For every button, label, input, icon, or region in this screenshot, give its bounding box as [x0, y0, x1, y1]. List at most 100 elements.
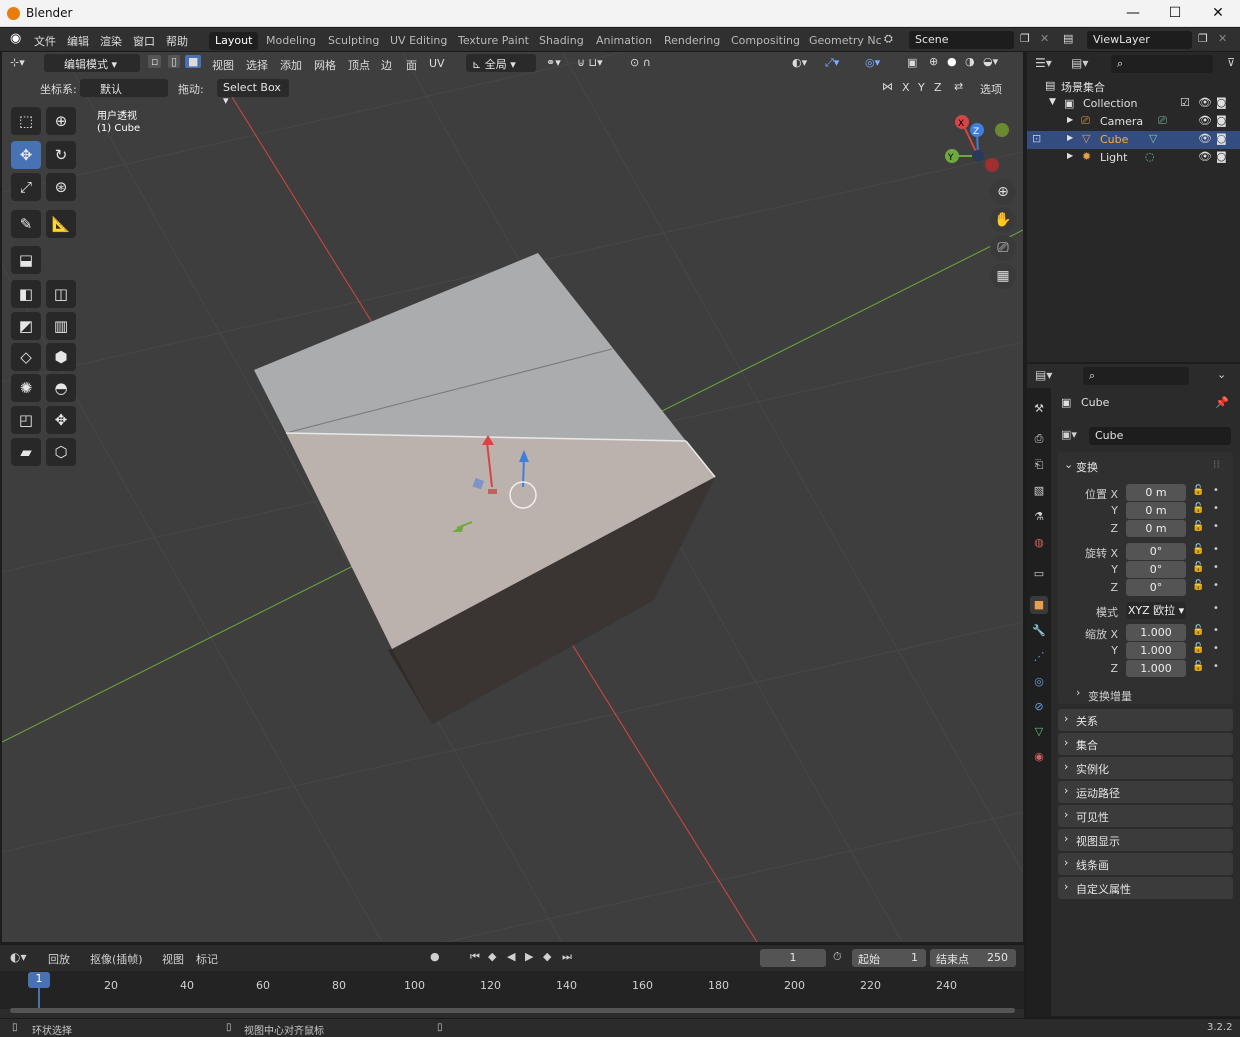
current-frame-marker[interactable]: 1: [28, 972, 50, 988]
xray-icon[interactable]: ▣: [907, 56, 917, 69]
menu-face[interactable]: 面: [406, 57, 417, 73]
keyframe-dot-icon[interactable]: •: [1213, 544, 1219, 555]
menu-edit[interactable]: 编辑: [67, 33, 89, 49]
view-layer-field[interactable]: ViewLayer: [1087, 31, 1192, 49]
view-layer-icon[interactable]: ▤: [1063, 32, 1073, 45]
mirror-z[interactable]: Z: [934, 81, 942, 94]
light-data-icon[interactable]: ◌: [1145, 150, 1155, 163]
overlay-toggle-icon[interactable]: ◎▾: [865, 56, 880, 69]
panel-relations[interactable]: › 关系: [1058, 709, 1233, 731]
output-tab-icon[interactable]: ⎗: [1030, 456, 1048, 474]
play-reverse-icon[interactable]: ◀: [507, 950, 515, 963]
drag-handle-icon[interactable]: ⁞⁞: [1213, 458, 1220, 471]
transform-orientation-select[interactable]: ⊾ 全局 ▾: [466, 54, 536, 72]
rendered-shading-icon[interactable]: ◒▾: [983, 55, 998, 68]
measure-tool-icon[interactable]: 📐: [46, 210, 76, 238]
pivot-icon[interactable]: ⚭▾: [546, 56, 561, 69]
menu-help[interactable]: 帮助: [166, 33, 188, 49]
scale-x-field[interactable]: 1.000: [1126, 624, 1186, 641]
panel-custom-properties[interactable]: › 自定义属性: [1058, 877, 1233, 899]
proportional-edit-icon[interactable]: ⊙ ∩: [630, 56, 651, 69]
camera-view-icon[interactable]: ⎚: [990, 235, 1016, 261]
edge-slide-tool-icon[interactable]: ◰: [11, 406, 41, 434]
prev-keyframe-icon[interactable]: ◆: [488, 950, 496, 963]
delete-scene-icon[interactable]: ✕: [1040, 32, 1049, 45]
keyframe-dot-icon[interactable]: •: [1213, 562, 1219, 573]
current-frame-field[interactable]: 1: [760, 949, 826, 967]
eye-icon[interactable]: 👁: [1198, 132, 1212, 145]
bevel-tool-icon[interactable]: ◩: [11, 312, 41, 340]
render-tab-icon[interactable]: ⎙: [1030, 430, 1048, 448]
keyframe-dot-icon[interactable]: •: [1213, 580, 1219, 591]
expand-arrow-icon[interactable]: ▶: [1067, 115, 1073, 124]
edge-select-icon[interactable]: ▯: [168, 55, 181, 68]
eye-icon[interactable]: 👁: [1198, 114, 1212, 127]
panel-instancing[interactable]: › 实例化: [1058, 757, 1233, 779]
camera-render-icon[interactable]: ◙: [1216, 114, 1227, 127]
menu-view[interactable]: 视图: [212, 57, 234, 73]
gizmo-z-label[interactable]: Z: [973, 127, 979, 137]
poly-build-tool-icon[interactable]: ⬢: [46, 343, 76, 371]
annotate-tool-icon[interactable]: ✎: [11, 210, 41, 238]
mirror-y[interactable]: Y: [918, 81, 925, 94]
transform-tool-icon[interactable]: ⊛: [46, 173, 76, 201]
keyframe-dot-icon[interactable]: •: [1213, 485, 1219, 496]
properties-search-input[interactable]: ⌕: [1083, 367, 1189, 385]
location-x-field[interactable]: 0 m: [1126, 484, 1186, 501]
menu-uv[interactable]: UV: [429, 57, 445, 70]
shrink-fatten-tool-icon[interactable]: ✥: [46, 406, 76, 434]
mode-select[interactable]: 编辑模式 ▾: [44, 54, 140, 72]
object-name-field[interactable]: Cube: [1089, 427, 1231, 445]
object-browse-icon[interactable]: ▣▾: [1061, 428, 1077, 441]
lock-icon[interactable]: 🔓: [1192, 503, 1204, 514]
outliner-item-camera[interactable]: ▶ ⎚ Camera ⎚ 👁 ◙: [1027, 113, 1240, 131]
delta-transform-label[interactable]: 变换增量: [1088, 688, 1132, 704]
mirror-icon[interactable]: ⋈: [882, 80, 893, 93]
menu-edge[interactable]: 边: [381, 57, 392, 73]
eye-icon[interactable]: 👁: [1198, 150, 1212, 163]
menu-vertex[interactable]: 顶点: [348, 57, 370, 73]
collection-tab-icon[interactable]: ▭: [1030, 565, 1048, 583]
keyframe-dot-icon[interactable]: •: [1213, 521, 1219, 532]
topology-mirror-icon[interactable]: ⇄: [954, 80, 963, 93]
outliner-search-input[interactable]: ⌕: [1111, 55, 1213, 73]
mesh-data-icon[interactable]: ▽: [1149, 132, 1157, 145]
play-icon[interactable]: ▶: [525, 950, 533, 963]
close-button[interactable]: ✕: [1203, 4, 1233, 24]
location-y-field[interactable]: 0 m: [1126, 502, 1186, 519]
lock-icon[interactable]: 🔓: [1192, 544, 1204, 555]
scale-y-field[interactable]: 1.000: [1126, 642, 1186, 659]
blender-menu-icon[interactable]: ◉: [10, 31, 21, 46]
keyframe-dot-icon[interactable]: •: [1213, 603, 1219, 614]
loop-cut-tool-icon[interactable]: ▥: [46, 312, 76, 340]
keyframe-dot-icon[interactable]: •: [1213, 643, 1219, 654]
end-frame-field[interactable]: 结束点 250: [930, 949, 1016, 967]
transform-title[interactable]: 变换: [1076, 459, 1098, 475]
tab-rendering[interactable]: Rendering: [658, 32, 726, 50]
view-layer-tab-icon[interactable]: ▧: [1030, 482, 1048, 500]
chevron-right-icon[interactable]: ›: [1076, 686, 1080, 699]
panel-line-art[interactable]: › 线条画: [1058, 853, 1233, 875]
location-z-field[interactable]: 0 m: [1126, 520, 1186, 537]
move-tool-icon[interactable]: ✥: [11, 141, 41, 169]
expand-arrow-icon[interactable]: ▶: [1067, 151, 1073, 160]
tab-geometry-nodes[interactable]: Geometry Nc: [803, 32, 888, 50]
panel-motion-paths[interactable]: › 运动路径: [1058, 781, 1233, 803]
filter-icon[interactable]: ⊽: [1227, 56, 1235, 69]
outliner-item-light[interactable]: ▶ ✹ Light ◌ 👁 ◙: [1027, 149, 1240, 167]
lock-icon[interactable]: 🔓: [1192, 580, 1204, 591]
rotation-y-field[interactable]: 0°: [1126, 561, 1186, 578]
lock-icon[interactable]: 🔓: [1192, 625, 1204, 636]
ortho-grid-icon[interactable]: ▦: [990, 263, 1016, 289]
drag-select[interactable]: Select Box ▾: [217, 79, 289, 107]
rotation-mode-select[interactable]: XYZ 欧拉 ▾: [1126, 602, 1186, 619]
stopwatch-icon[interactable]: ⏱: [833, 950, 842, 964]
menu-add[interactable]: 添加: [280, 57, 302, 73]
menu-mesh[interactable]: 网格: [314, 57, 336, 73]
jump-end-icon[interactable]: ⏭: [562, 950, 572, 964]
menu-marker[interactable]: 标记: [196, 951, 218, 967]
scene-tab-icon[interactable]: ⚗: [1030, 508, 1048, 526]
lock-icon[interactable]: 🔓: [1192, 562, 1204, 573]
rip-tool-icon[interactable]: ⬡: [46, 438, 76, 466]
expand-arrow-icon[interactable]: ▶: [1067, 133, 1073, 142]
